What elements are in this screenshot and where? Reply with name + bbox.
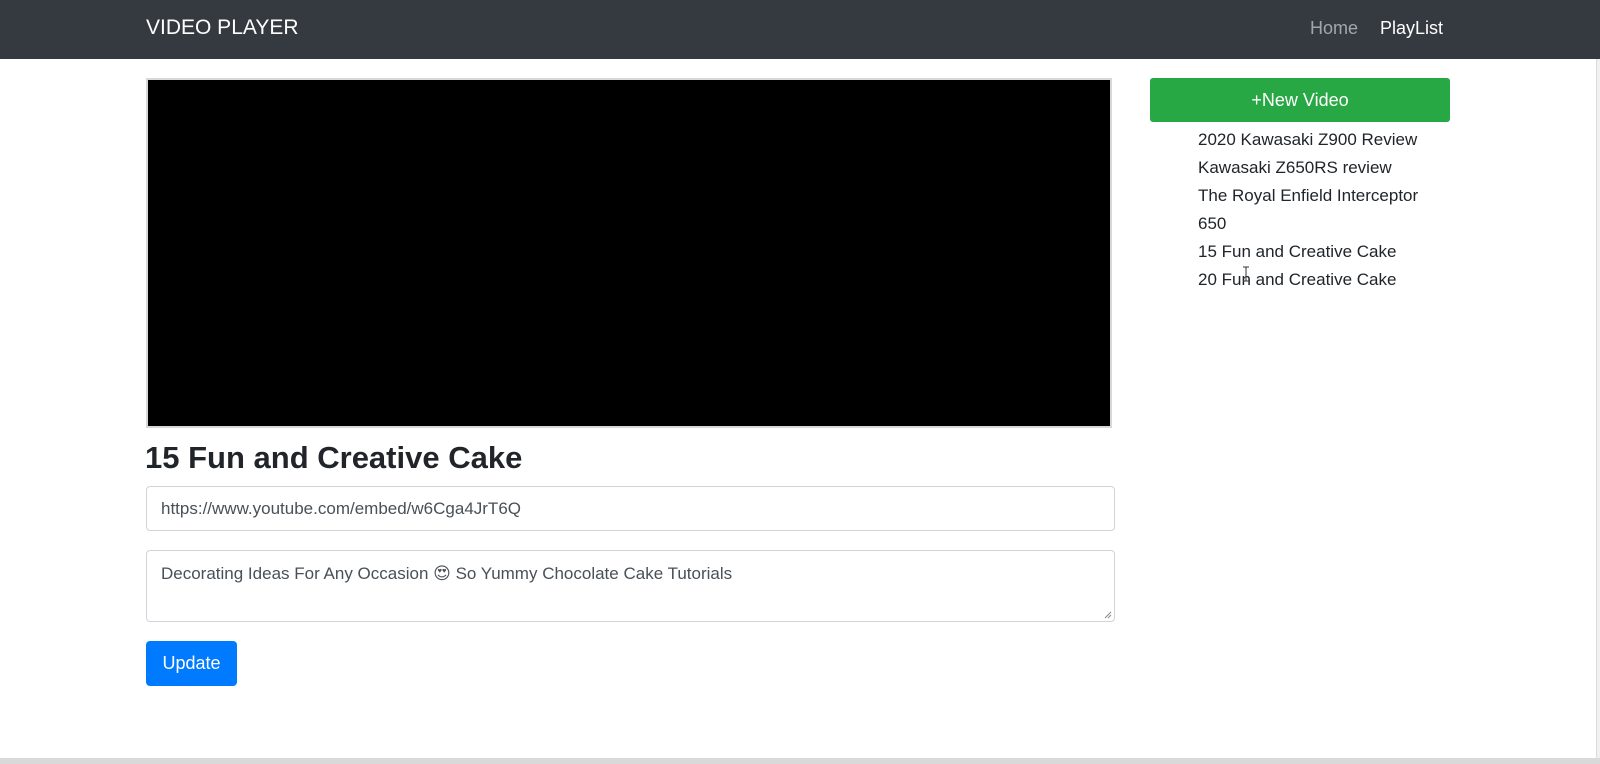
playlist: 2020 Kawasaki Z900 Review Kawasaki Z650R…: [1198, 126, 1448, 294]
playlist-item[interactable]: The Royal Enfield Interceptor 650: [1198, 182, 1448, 238]
nav-link-playlist[interactable]: PlayList: [1380, 16, 1443, 40]
playlist-item[interactable]: Kawasaki Z650RS review: [1198, 154, 1448, 182]
video-url-input[interactable]: [146, 486, 1115, 531]
update-button[interactable]: Update: [146, 641, 237, 686]
description-text: Decorating Ideas For Any Occasion 😍 So Y…: [161, 564, 733, 583]
video-description-textarea[interactable]: Decorating Ideas For Any Occasion 😍 So Y…: [146, 550, 1115, 622]
playlist-item[interactable]: 2020 Kawasaki Z900 Review: [1198, 126, 1448, 154]
video-player[interactable]: [146, 78, 1112, 428]
resize-grip-icon[interactable]: [1104, 611, 1112, 619]
window-bottom-edge: [0, 758, 1600, 764]
playlist-item[interactable]: 20 Fun and Creative Cake: [1198, 266, 1448, 294]
playlist-item[interactable]: 15 Fun and Creative Cake: [1198, 238, 1448, 266]
page-scrollbar[interactable]: [1596, 59, 1600, 764]
nav-link-home[interactable]: Home: [1310, 16, 1358, 40]
text-cursor-icon: [1243, 266, 1249, 282]
new-video-button[interactable]: +New Video: [1150, 78, 1450, 122]
brand-title[interactable]: VIDEO PLAYER: [146, 15, 299, 41]
top-navbar: VIDEO PLAYER Home PlayList: [0, 0, 1600, 59]
video-title: 15 Fun and Creative Cake: [145, 440, 523, 475]
